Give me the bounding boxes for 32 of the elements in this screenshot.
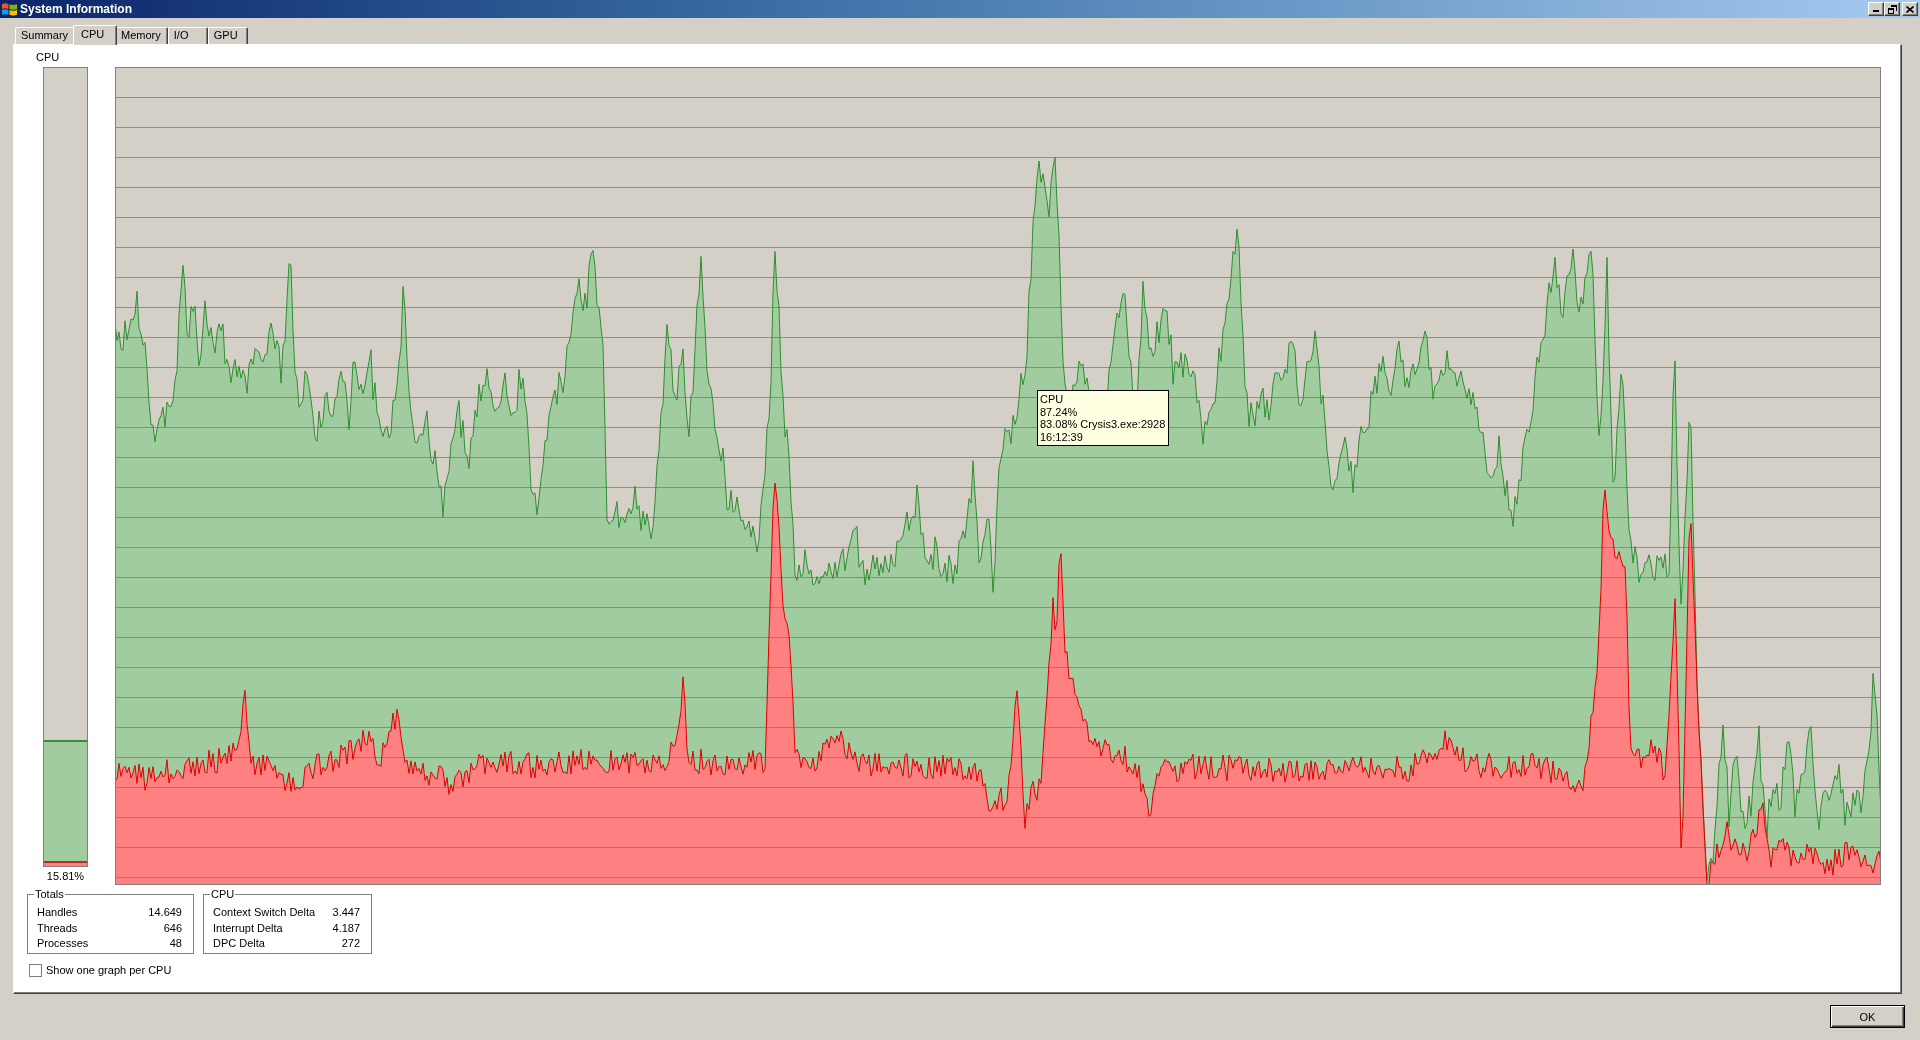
tab[interactable]: GPU xyxy=(207,27,248,44)
minimize-button[interactable] xyxy=(1868,2,1884,16)
close-icon xyxy=(1906,5,1914,13)
stat-label: DPC Delta xyxy=(213,936,266,951)
meter-label: CPU xyxy=(36,50,60,65)
ok-button[interactable]: OK xyxy=(1830,1005,1905,1028)
stat-label: Interrupt Delta xyxy=(213,920,284,936)
restore-icon xyxy=(1887,4,1897,14)
group-title: Totals xyxy=(34,888,65,900)
stat-label: Handles xyxy=(37,905,79,920)
tab[interactable]: Memory xyxy=(115,27,168,44)
stat-value: 14.649 xyxy=(147,905,182,920)
restore-button[interactable] xyxy=(1884,2,1900,16)
tab[interactable]: I/O xyxy=(167,27,208,44)
checkbox-label[interactable]: Show one graph per CPU xyxy=(46,963,172,977)
checkbox[interactable] xyxy=(29,963,42,977)
close-button[interactable] xyxy=(1902,2,1918,16)
stat-value: 272 xyxy=(340,936,361,951)
tab[interactable]: Summary xyxy=(15,27,76,44)
meter-reading: 15.81% xyxy=(45,870,86,882)
tab[interactable]: CPU xyxy=(73,25,118,45)
stat-label: Context Switch Delta xyxy=(213,905,316,920)
stat-value: 48 xyxy=(168,936,182,951)
stat-value: 3.447 xyxy=(331,905,361,920)
stat-label: Processes xyxy=(37,936,90,951)
stat-label: Threads xyxy=(37,920,79,936)
window-title: System Information xyxy=(20,1,134,17)
flag-icon xyxy=(2,1,17,17)
minimize-icon xyxy=(1873,10,1879,12)
group-title: CPU xyxy=(210,888,236,900)
stat-value: 4.187 xyxy=(331,920,361,936)
stat-value: 646 xyxy=(162,920,182,936)
